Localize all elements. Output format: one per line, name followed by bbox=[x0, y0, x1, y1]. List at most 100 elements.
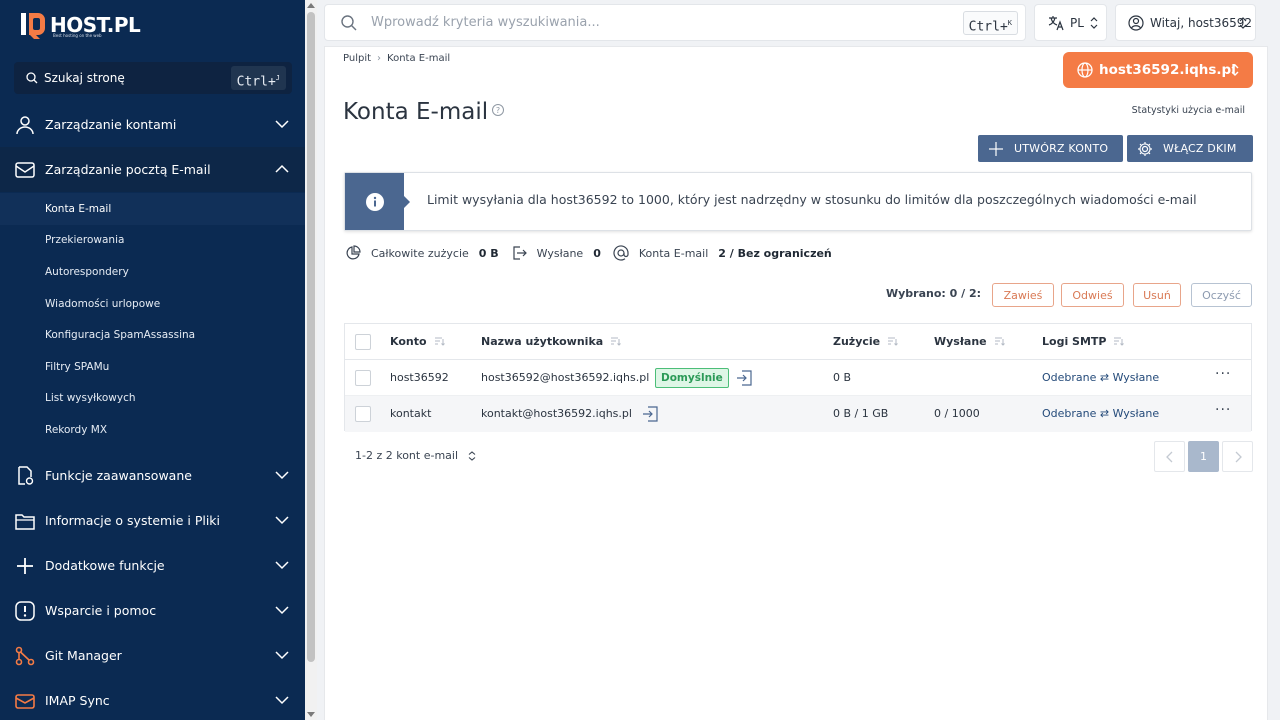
sidebar: HOST.PL Best hosting on the web Szukaj s… bbox=[0, 0, 305, 720]
nav-group-label: Funkcje zaawansowane bbox=[45, 468, 192, 483]
next-page-button[interactable] bbox=[1222, 441, 1253, 472]
global-search-input[interactable]: Wprowadź kryteria wyszukiwania... Ctrl+K bbox=[324, 4, 1026, 41]
nav-group-label: Git Manager bbox=[45, 648, 122, 663]
nav-group-label: Zarządzanie kontami bbox=[45, 117, 177, 132]
send-out-icon bbox=[513, 246, 527, 260]
search-placeholder: Wprowadź kryteria wyszukiwania... bbox=[371, 15, 600, 30]
clear-button[interactable]: Oczyść bbox=[1191, 283, 1252, 307]
search-icon bbox=[341, 14, 357, 30]
folder-icon bbox=[14, 510, 36, 532]
create-account-label: UTWÓRZ KONTO bbox=[1014, 142, 1109, 155]
search-icon bbox=[26, 72, 38, 84]
sort-icon bbox=[611, 337, 622, 346]
sidebar-item-mailing-lists[interactable]: List wysyłkowych bbox=[0, 383, 305, 415]
chevron-down-icon bbox=[275, 516, 289, 525]
login-icon[interactable] bbox=[642, 406, 658, 422]
unsuspend-button[interactable]: Odwieś bbox=[1061, 283, 1124, 307]
total-usage-value: 0 B bbox=[478, 246, 499, 260]
user-greeting: Witaj, host36592 bbox=[1150, 15, 1253, 30]
logo-icon bbox=[20, 11, 46, 39]
delete-button[interactable]: Usuń bbox=[1133, 283, 1181, 307]
table-header: Konto Nazwa użytkownika Zużycie Wysłane … bbox=[345, 324, 1251, 360]
nav-group-advanced[interactable]: Funkcje zaawansowane bbox=[0, 453, 305, 498]
updown-icon bbox=[1231, 64, 1239, 76]
nav-group-label: IMAP Sync bbox=[45, 693, 110, 708]
usage-cell: 0 B / 1 GB bbox=[833, 407, 889, 420]
chevron-down-icon bbox=[275, 606, 289, 615]
nav-group-extra[interactable]: Dodatkowe funkcje bbox=[0, 543, 305, 588]
plus-icon bbox=[989, 141, 1003, 156]
sort-icon bbox=[434, 337, 445, 346]
pagination-info[interactable]: 1-2 z 2 kont e-mail bbox=[355, 449, 476, 462]
sidebar-search[interactable]: Szukaj stronę Ctrl+J bbox=[14, 62, 292, 94]
column-header-usage[interactable]: Zużycie bbox=[833, 335, 898, 348]
column-header-sent[interactable]: Wysłane bbox=[934, 335, 1005, 348]
login-icon[interactable] bbox=[736, 370, 752, 386]
sidebar-item-vacation[interactable]: Wiadomości urlopowe bbox=[0, 288, 305, 320]
scroll-down-arrow[interactable] bbox=[307, 712, 315, 717]
usage-summary: Całkowite zużycie 0 B Wysłane 0 Konta E-… bbox=[345, 245, 844, 261]
breadcrumb-home[interactable]: Pulpit bbox=[343, 53, 371, 64]
sidebar-scrollbar[interactable] bbox=[305, 0, 317, 720]
enable-dkim-label: WŁĄCZ DKIM bbox=[1163, 142, 1237, 155]
prev-page-button[interactable] bbox=[1154, 441, 1185, 472]
plus-icon bbox=[14, 555, 36, 577]
user-menu[interactable]: Witaj, host36592 bbox=[1115, 4, 1256, 41]
email-accounts-table: Konto Nazwa użytkownika Zużycie Wysłane … bbox=[344, 323, 1252, 432]
create-account-button[interactable]: UTWÓRZ KONTO bbox=[978, 135, 1123, 162]
smtp-logs-link[interactable]: Odebrane ⇄ Wysłane bbox=[1042, 407, 1159, 420]
nav-group-label: Informacje o systemie i Pliki bbox=[45, 513, 221, 528]
chevron-down-icon bbox=[275, 696, 289, 705]
scroll-up-arrow[interactable] bbox=[307, 3, 315, 8]
nav-group-label: Zarządzanie pocztą E-mail bbox=[45, 162, 211, 177]
user-icon bbox=[14, 114, 36, 136]
sidebar-item-mx-records[interactable]: Rekordy MX bbox=[0, 414, 305, 446]
sidebar-item-email-accounts[interactable]: Konta E-mail bbox=[0, 193, 305, 225]
select-all-checkbox[interactable] bbox=[355, 334, 371, 350]
email-stats-link[interactable]: Statystyki użycia e-mail bbox=[1132, 105, 1245, 116]
nav-group-support[interactable]: Wsparcie i pomoc bbox=[0, 588, 305, 633]
row-checkbox[interactable] bbox=[355, 406, 371, 422]
page-1-button[interactable]: 1 bbox=[1188, 441, 1219, 472]
git-icon bbox=[14, 645, 36, 667]
sent-label: Wysłane bbox=[536, 246, 584, 260]
domain-label: host36592.iqhs.pl bbox=[1099, 62, 1236, 78]
enable-dkim-button[interactable]: WŁĄCZ DKIM bbox=[1127, 135, 1253, 162]
nav-group-git[interactable]: Git Manager bbox=[0, 633, 305, 678]
pie-chart-icon bbox=[346, 245, 361, 260]
brand-name: HOST.PL bbox=[50, 13, 141, 37]
nav-group-email[interactable]: Zarządzanie pocztą E-mail bbox=[0, 147, 305, 192]
table-row[interactable]: host36592 host36592@host36592.iqhs.pl Do… bbox=[345, 360, 1251, 396]
nav-group-accounts[interactable]: Zarządzanie kontami bbox=[0, 102, 305, 147]
column-header-username[interactable]: Nazwa użytkownika bbox=[481, 335, 622, 348]
sidebar-item-forwarders[interactable]: Przekierowania bbox=[0, 225, 305, 257]
nav-group-system-info[interactable]: Informacje o systemie i Pliki bbox=[0, 498, 305, 543]
accounts-value: 2 / Bez ograniczeń bbox=[718, 246, 832, 260]
row-checkbox[interactable] bbox=[355, 370, 371, 386]
domain-selector[interactable]: host36592.iqhs.pl bbox=[1063, 52, 1253, 88]
nav-group-label: Dodatkowe funkcje bbox=[45, 558, 165, 573]
nav-group-imap[interactable]: IMAP Sync bbox=[0, 678, 305, 720]
language-label: PL bbox=[1070, 15, 1084, 30]
at-sign-icon bbox=[613, 245, 629, 261]
more-options-icon[interactable]: ··· bbox=[1215, 366, 1231, 382]
username-cell: host36592@host36592.iqhs.pl bbox=[481, 371, 650, 384]
sidebar-item-spam-filters[interactable]: Filtry SPAMu bbox=[0, 351, 305, 383]
nav-group-label: Wsparcie i pomoc bbox=[45, 603, 157, 618]
alert-message: Limit wysyłania dla host36592 to 1000, k… bbox=[427, 192, 1197, 207]
updown-icon bbox=[468, 450, 476, 461]
column-header-account[interactable]: Konto bbox=[390, 335, 445, 348]
table-row[interactable]: kontakt kontakt@host36592.iqhs.pl 0 B / … bbox=[345, 396, 1251, 432]
help-icon[interactable]: ? bbox=[492, 104, 504, 116]
sidebar-item-spamassassin[interactable]: Konfiguracja SpamAssassina bbox=[0, 319, 305, 351]
language-selector[interactable]: PL bbox=[1034, 4, 1107, 41]
column-header-smtp-logs[interactable]: Logi SMTP bbox=[1042, 335, 1125, 348]
chevron-up-icon bbox=[275, 164, 289, 173]
more-options-icon[interactable]: ··· bbox=[1215, 402, 1231, 418]
sidebar-item-autoresponders[interactable]: Autorespondery bbox=[0, 256, 305, 288]
shortcut-hint: Ctrl+J bbox=[230, 66, 286, 90]
page-title: Konta E-mail bbox=[343, 99, 489, 125]
smtp-logs-link[interactable]: Odebrane ⇄ Wysłane bbox=[1042, 371, 1159, 384]
scroll-thumb[interactable] bbox=[307, 12, 315, 662]
suspend-button[interactable]: Zawieś bbox=[992, 283, 1054, 307]
